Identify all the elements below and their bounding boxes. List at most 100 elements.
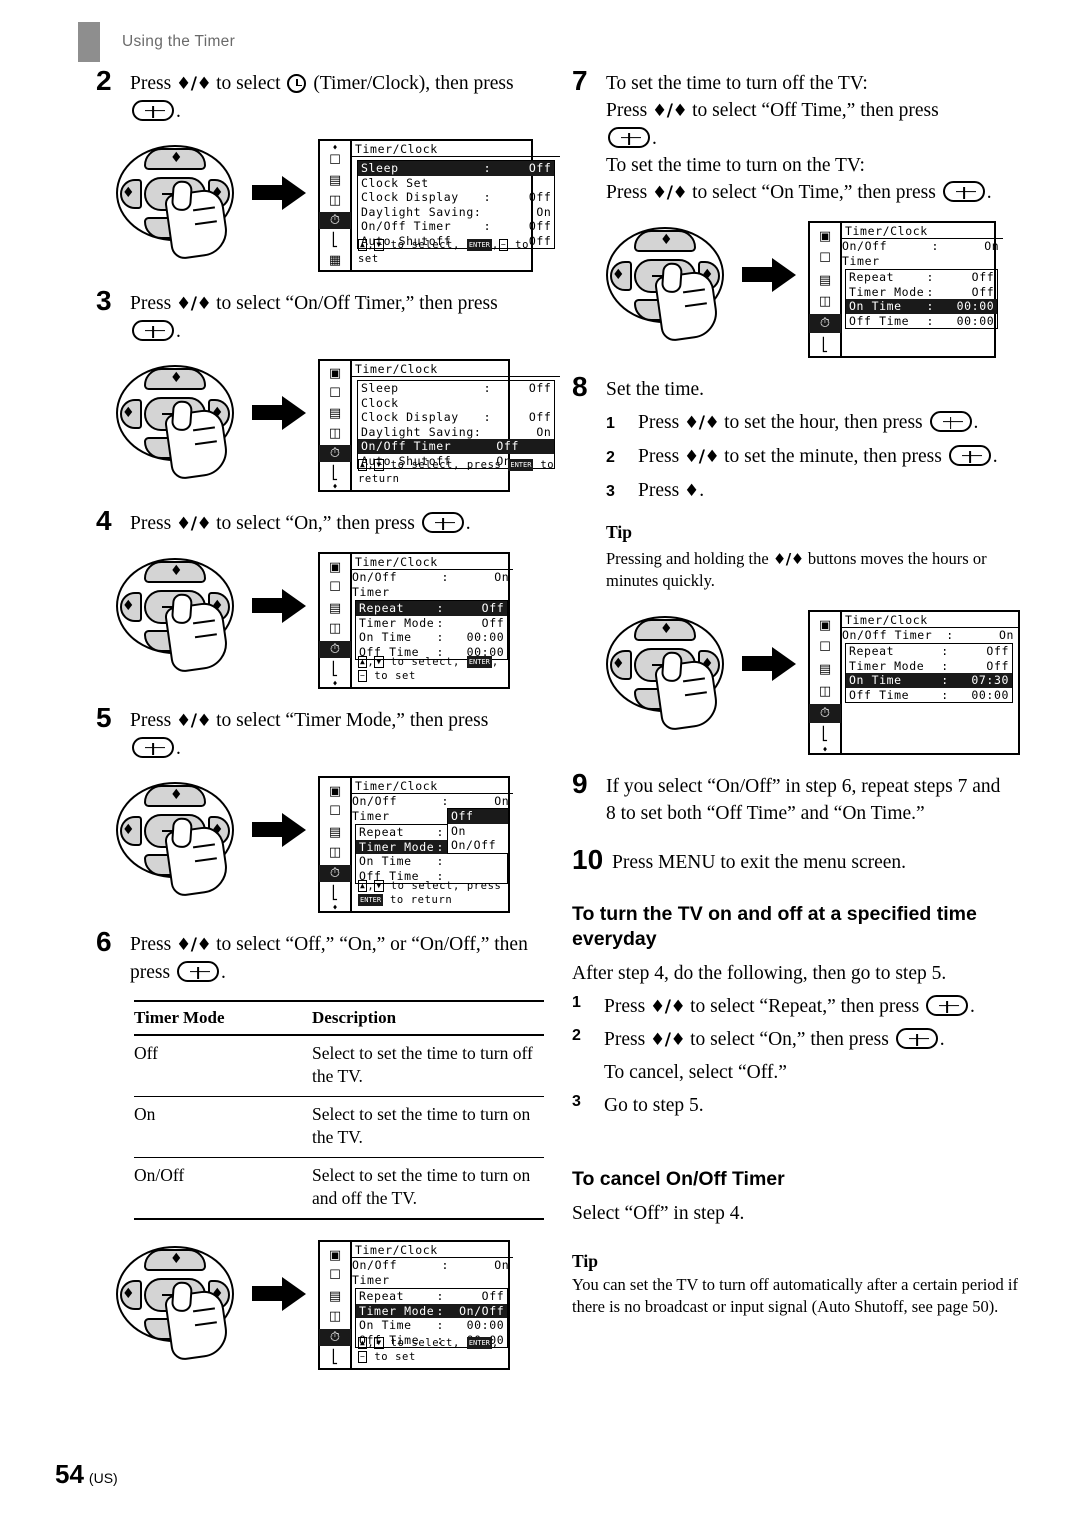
osd-screen-step-7: ▣ ☐ ▤ ◫ ⏱ ⎣ Timer/Clock On/Off Timer : O… (808, 221, 1004, 358)
key-up-icon: ▲ (358, 459, 368, 471)
hand-knuckle-2 (194, 857, 217, 863)
osd-screen-step-6: ▣ ☐ ▤ ◫ ⏱ ⎣ Timer/Clock On/Off Timer : O… (318, 1240, 514, 1370)
step-6-text: Press ♦/♦ to select “Off,” “On,” or “On/… (130, 931, 546, 986)
osd-row: On/Off Timer: Off (358, 219, 554, 234)
step-2-text-b: to select (211, 73, 286, 94)
up-down-arrows-icon: ♦/♦ (652, 101, 688, 121)
osd-pane: Timer/Clock Sleep: Off Clock Clock Displa… (352, 361, 561, 490)
osd-row-sep (481, 396, 493, 411)
dropdown-option[interactable]: Off (448, 809, 508, 824)
osd-row: On Time: 07:30 (846, 673, 1012, 688)
up-down-arrows-icon: ♦/♦ (176, 711, 212, 731)
table-cell-mode: On (134, 1096, 312, 1158)
step-3-number: 3 (96, 285, 112, 316)
osd-rail: ▣ ☐ ▤ ◫ ⏱ ⎣ ♦ (319, 554, 352, 688)
dpad-up-arrow-icon: ♦ (660, 621, 673, 637)
osd-row-label: Daylight Saving: (361, 204, 482, 219)
up-down-arrows-icon: ♦/♦ (772, 550, 804, 568)
antenna-icon: ⎣ (821, 337, 829, 353)
osd-subheader: On/Off Timer : On (842, 239, 1003, 269)
figure-step-3: ♦ ♦ ♦ ♦ ▣ ☐ ▤ ◫ ⏱ ⎣ ♦ (110, 359, 561, 492)
table-cell-description: Select to set the time to turn on and of… (312, 1157, 544, 1220)
section-cancel-text: Select “Off” in step 4. (572, 1203, 745, 1224)
audio-icon: ◫ (818, 683, 832, 699)
flow-arrow-shaft (252, 185, 284, 200)
hand-pointer-icon (163, 407, 231, 481)
osd-row-value: Off (528, 161, 552, 175)
up-down-arrows-icon: ♦/♦ (652, 183, 688, 203)
osd-row-sep: : (436, 854, 445, 868)
section-everyday-intro: After step 4, do the following, then go … (572, 963, 947, 984)
osd-row-label: Clock Set (361, 175, 429, 190)
everyday-sub-2: 2 Press ♦/♦ to select “On,” then press . (572, 1027, 1022, 1053)
osd-row-label: Repeat (359, 1289, 405, 1303)
osd-row-label: On Time (849, 673, 902, 687)
flow-arrow-head (772, 647, 796, 681)
enter-key-icon (929, 411, 972, 432)
osd-hint: ▲,▼ to select, ENTER,− to set (358, 1337, 499, 1363)
step-8-sub-1-number: 1 (606, 415, 615, 432)
step-10-text: Press MENU to exit the menu screen. (612, 852, 907, 873)
osd-title: Timer/Clock (352, 1242, 514, 1258)
step-7-line-1: To set the time to turn off the TV: (606, 73, 868, 94)
osd-row: Off Time: 00:00 (846, 314, 997, 329)
table-cell-description: Select to set the time to turn on the TV… (312, 1096, 544, 1158)
dropdown-option[interactable]: On (448, 824, 508, 839)
osd-subheader-value: On (998, 628, 1014, 642)
tv-icon: ☐ (329, 153, 341, 169)
flow-arrow-icon (252, 395, 308, 430)
osd-subheader: On/Off Timer : On (842, 628, 1018, 643)
osd-row-value: 00:00 (971, 687, 1009, 702)
table-header-description: Description (312, 1000, 544, 1036)
key-enter-icon: ENTER (508, 459, 534, 471)
sub-1-a: Press (638, 412, 685, 433)
key-down-icon: ▼ (374, 656, 384, 668)
up-down-arrows-icon: ♦/♦ (684, 413, 720, 433)
timer-mode-dropdown[interactable]: Off On On/Off (447, 808, 509, 854)
enter-key-icon (132, 100, 174, 121)
step-7: 7 To set the time to turn off the TV: Pr… (572, 66, 1022, 207)
osd-row-value: Off (986, 658, 1009, 673)
everyday-sub-3-text: Go to step 5. (604, 1095, 704, 1116)
osd-row-label: On Time (359, 630, 412, 644)
dpad-up-arrow-icon: ♦ (170, 370, 183, 386)
osd-row-label: Timer Mode (359, 615, 435, 630)
osd-row: Timer Mode: On/Off (356, 1303, 508, 1318)
key-enter-icon: ENTER (358, 894, 384, 906)
step-6-text-c: . (220, 962, 226, 983)
osd-row-sep: : (483, 161, 492, 175)
osd-row-value: On (536, 424, 552, 439)
flow-arrow-shaft (252, 598, 284, 613)
osd-subheader: On/Off Timer : On (352, 570, 513, 600)
osd-subheader: On/Off Timer : On (352, 1258, 513, 1288)
osd-subheader-sep: : (946, 628, 954, 642)
running-head-label: Using the Timer (122, 33, 236, 50)
picture-icon: ▣ (328, 1247, 342, 1263)
step-5-text-c: . (176, 738, 181, 759)
sub-2-a: Press (638, 446, 685, 467)
hand-pointer-icon (163, 600, 231, 674)
osd-row-value: 00:00 (956, 313, 995, 328)
dpad-left-arrow-icon: ♦ (122, 1286, 135, 1302)
step-8-sub-3-number: 3 (606, 483, 615, 500)
osd-row-value: Off (481, 1289, 505, 1303)
osd-row-value (493, 176, 551, 191)
hand-pointer-icon (163, 187, 231, 261)
sub-1-c: . (973, 412, 979, 433)
osd-row: Timer Mode: Off (846, 285, 997, 300)
enter-key-icon (132, 320, 174, 341)
step-8-tip-heading: Tip (606, 522, 632, 542)
dropdown-option[interactable]: On/Off (448, 838, 508, 853)
cancel-tip-body: You can set the TV to turn off automatic… (572, 1275, 1018, 1316)
cancel-tip-heading: Tip (572, 1251, 598, 1271)
audio-icon: ◫ (328, 193, 342, 209)
step-8-tip-body: Pressing and holding the ♦/♦ buttons mov… (606, 548, 1016, 592)
up-down-arrows-icon: ♦/♦ (684, 447, 720, 467)
osd-row-label: On Time (359, 1318, 412, 1332)
dpad-illustration: ♦ ♦ ♦ ♦ (110, 552, 242, 674)
osd-row-label: Repeat (849, 644, 895, 658)
step-4-text: Press ♦/♦ to select “On,” then press . (130, 510, 471, 538)
step-8-number: 8 (572, 371, 588, 402)
osd-row-value: Off (481, 615, 505, 630)
dpad-illustration: ♦ ♦ ♦ ♦ (600, 221, 732, 343)
